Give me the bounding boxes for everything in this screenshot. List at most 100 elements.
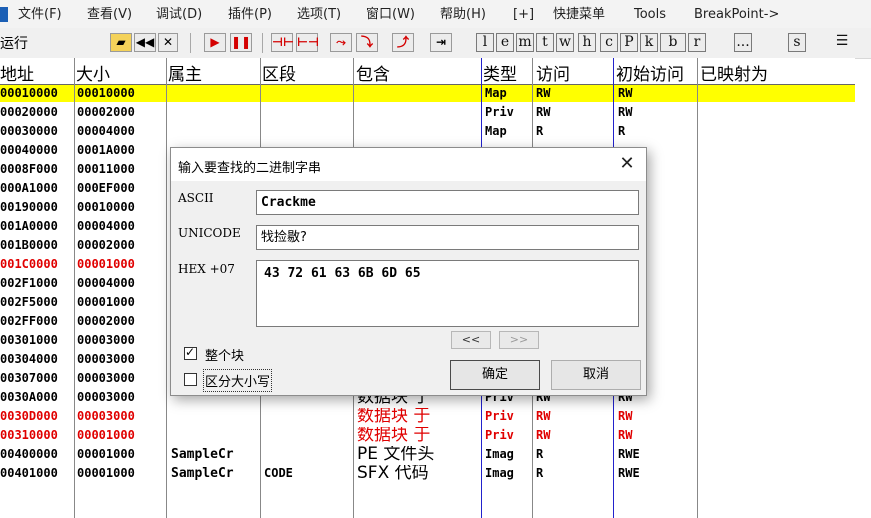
- row-address: 00190000: [0, 200, 58, 214]
- row-access: RW: [536, 428, 551, 442]
- row-size: 0001A000: [77, 143, 135, 157]
- header-contains[interactable]: 包含: [356, 60, 390, 85]
- execute-till-return-button[interactable]: ⤴: [392, 33, 414, 52]
- hex-input[interactable]: 43 72 61 63 6B 6D 65: [256, 260, 639, 327]
- menu-window[interactable]: 窗口(W): [366, 7, 415, 22]
- menu-plus[interactable]: [+]: [513, 7, 534, 22]
- goto-icon: ⇥: [435, 35, 447, 49]
- patches-window-button[interactable]: P: [620, 33, 638, 52]
- row-size: 00010000: [77, 200, 135, 214]
- menu-view[interactable]: 查看(V): [87, 7, 132, 22]
- header-access[interactable]: 访问: [536, 60, 570, 85]
- row-size: 00001000: [77, 257, 135, 271]
- unicode-value: 牫捡敭?: [261, 230, 307, 245]
- row-address: 00304000: [0, 352, 58, 366]
- row-size: 00003000: [77, 409, 135, 423]
- dialog-titlebar[interactable]: 输入要查找的二进制字串 ✕: [171, 148, 646, 181]
- row-contains: 数据块 于: [357, 427, 431, 444]
- source-window-button[interactable]: s: [788, 33, 806, 52]
- rewind-icon: ◀◀: [135, 35, 155, 49]
- memory-window-button[interactable]: m: [516, 33, 534, 52]
- ok-button[interactable]: 确定: [450, 360, 540, 390]
- run-status: 运行: [0, 36, 28, 52]
- rewind-button[interactable]: ◀◀: [134, 33, 156, 52]
- step-over-icon: ⊢⊣: [297, 35, 319, 49]
- close-process-button[interactable]: ✕: [158, 33, 178, 52]
- cancel-button[interactable]: 取消: [551, 360, 641, 390]
- open-file-button[interactable]: ▰: [110, 33, 132, 52]
- table-row[interactable]: 0030D000 00003000 数据块 于 Priv RW RW: [0, 408, 855, 425]
- table-row[interactable]: 00310000 00001000 数据块 于 Priv RW RW: [0, 427, 855, 444]
- threads-window-button[interactable]: t: [536, 33, 554, 52]
- header-address[interactable]: 地址: [0, 60, 34, 85]
- trace-into-button[interactable]: ⤳: [330, 33, 352, 52]
- goto-button[interactable]: ⇥: [430, 33, 452, 52]
- row-size: 00003000: [77, 390, 135, 404]
- row-access: R: [536, 447, 544, 461]
- row-address: 00400000: [0, 447, 58, 461]
- breakpoints-window-button[interactable]: b: [660, 33, 686, 52]
- row-address: 000A1000: [0, 181, 58, 195]
- row-contains: PE 文件头: [357, 446, 435, 463]
- close-icon[interactable]: ✕: [614, 151, 640, 177]
- row-address: 001C0000: [0, 257, 58, 271]
- pause-button[interactable]: ❚❚: [230, 33, 252, 52]
- toolbar-separator: [262, 33, 263, 53]
- menu-debug[interactable]: 调试(D): [156, 7, 202, 22]
- table-row[interactable]: 00030000 00004000 Map R R: [0, 123, 855, 140]
- previous-button[interactable]: <<: [451, 331, 491, 349]
- log-window-button[interactable]: l: [476, 33, 494, 52]
- menu-file[interactable]: 文件(F): [18, 7, 62, 22]
- callstack-window-button[interactable]: k: [640, 33, 658, 52]
- table-row[interactable]: 00400000 00001000 SampleCr PE 文件头 Imag R RWE: [0, 446, 855, 463]
- app-icon: [0, 7, 8, 22]
- row-address: 002FF000: [0, 314, 58, 328]
- row-size: 00010000: [77, 86, 135, 100]
- table-row[interactable]: 00010000 00010000 Map RW RW: [0, 85, 855, 102]
- list-icon[interactable]: ☰: [832, 33, 852, 52]
- menu-shortcuts[interactable]: 快捷菜单: [553, 7, 605, 22]
- dialog-title: 输入要查找的二进制字串: [178, 161, 322, 176]
- header-mapped-as[interactable]: 已映射为: [700, 60, 768, 85]
- row-initial-access: RWE: [618, 466, 640, 480]
- row-type: Priv: [485, 105, 514, 119]
- step-over-button[interactable]: ⊢⊣: [296, 33, 319, 52]
- trace-over-button[interactable]: ⤵: [356, 33, 378, 52]
- row-size: 00001000: [77, 428, 135, 442]
- table-row[interactable]: 00401000 00001000 SampleCr CODE SFX 代码 Imag R R…: [0, 465, 855, 482]
- row-address: 002F1000: [0, 276, 58, 290]
- cpu-window-button[interactable]: c: [600, 33, 618, 52]
- references-window-button[interactable]: r: [688, 33, 706, 52]
- modules-window-button[interactable]: e: [496, 33, 514, 52]
- run-trace-button[interactable]: ...: [734, 33, 752, 52]
- menu-plugins[interactable]: 插件(P): [228, 7, 272, 22]
- entire-block-label[interactable]: 整个块: [205, 345, 244, 364]
- menu-breakpoint[interactable]: BreakPoint->: [694, 7, 779, 22]
- step-into-button[interactable]: ⊣⊢: [271, 33, 294, 52]
- windows-window-button[interactable]: w: [556, 33, 574, 52]
- ascii-input[interactable]: Crackme: [256, 190, 639, 215]
- row-owner: SampleCr: [171, 447, 234, 462]
- menu-help[interactable]: 帮助(H): [440, 7, 486, 22]
- row-address: 00401000: [0, 466, 58, 480]
- case-sensitive-checkbox[interactable]: [184, 373, 197, 386]
- unicode-input[interactable]: 牫捡敭?: [256, 225, 639, 250]
- menu-options[interactable]: 选项(T): [297, 7, 341, 22]
- header-initial-access[interactable]: 初始访问: [616, 60, 684, 85]
- row-address: 00301000: [0, 333, 58, 347]
- header-type[interactable]: 类型: [483, 60, 517, 85]
- row-address: 002F5000: [0, 295, 58, 309]
- handles-window-button[interactable]: h: [578, 33, 596, 52]
- table-row[interactable]: 00020000 00002000 Priv RW RW: [0, 104, 855, 121]
- menu-tools[interactable]: Tools: [634, 7, 666, 22]
- row-address: 001A0000: [0, 219, 58, 233]
- row-address: 00030000: [0, 124, 58, 138]
- header-size[interactable]: 大小: [76, 60, 110, 85]
- run-button[interactable]: ▶: [204, 33, 226, 52]
- header-section[interactable]: 区段: [262, 60, 296, 85]
- case-sensitive-label[interactable]: 区分大小写: [202, 369, 273, 392]
- entire-block-checkbox[interactable]: ✓: [184, 345, 197, 360]
- header-owner[interactable]: 属主: [168, 60, 202, 85]
- next-button[interactable]: >>: [499, 331, 539, 349]
- checkmark-icon: ✓: [185, 345, 196, 359]
